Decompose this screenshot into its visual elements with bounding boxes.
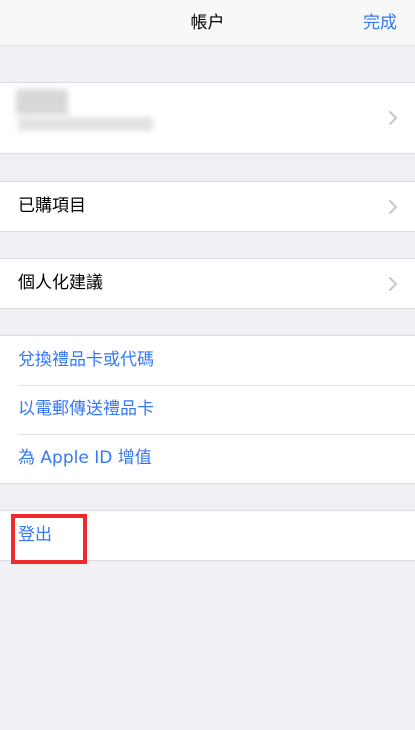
sign-out-button[interactable]: 登出 [0, 511, 415, 560]
chevron-right-icon [389, 199, 397, 214]
recommendations-label: 個人化建議 [18, 273, 103, 293]
purchased-group: 已購項目 [0, 181, 415, 232]
redacted-avatar [16, 89, 68, 115]
recommendations-group: 個人化建議 [0, 258, 415, 309]
page-title: 帳户 [190, 13, 225, 33]
chevron-right-icon [389, 111, 397, 125]
redeem-gift-card-link[interactable]: 兌換禮品卡或代碼 [0, 336, 415, 385]
done-button[interactable]: 完成 [363, 0, 397, 46]
recommendations-row[interactable]: 個人化建議 [0, 259, 415, 308]
purchased-label: 已購項目 [18, 196, 86, 216]
navigation-bar: 帳户 完成 [0, 0, 415, 46]
purchased-row[interactable]: 已購項目 [0, 182, 415, 231]
chevron-right-icon [389, 276, 397, 291]
redacted-name [18, 117, 153, 131]
add-funds-link[interactable]: 為 Apple ID 增值 [0, 434, 415, 483]
gift-card-group: 兌換禮品卡或代碼 以電郵傳送禮品卡 為 Apple ID 增值 [0, 335, 415, 484]
email-gift-card-link[interactable]: 以電郵傳送禮品卡 [0, 385, 415, 434]
account-group [0, 82, 415, 154]
account-row[interactable] [0, 83, 415, 153]
sign-out-group: 登出 [0, 510, 415, 561]
